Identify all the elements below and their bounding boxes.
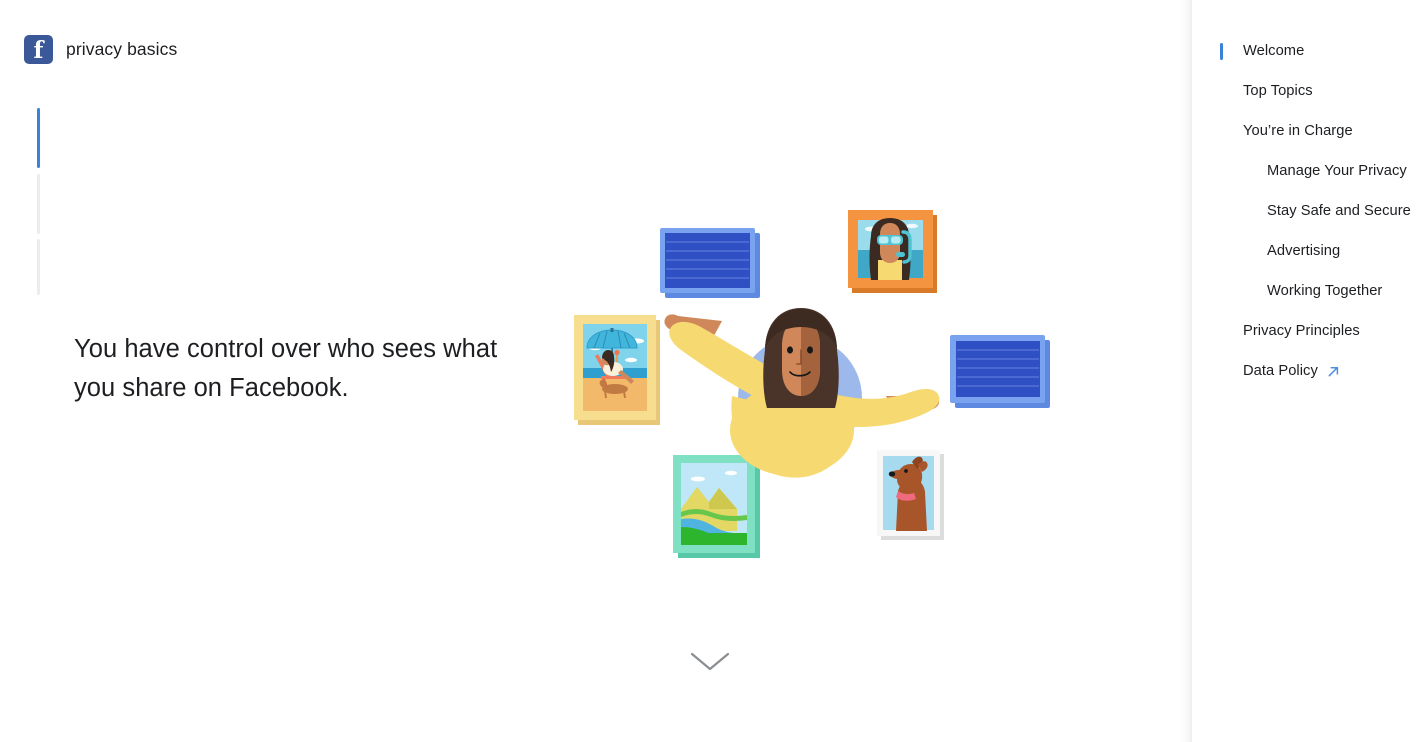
section-navigation-sidebar: Welcome Top Topics You’re in Charge Mana… <box>1192 0 1417 742</box>
sidebar-item-label: Privacy Principles <box>1243 323 1360 339</box>
progress-step-2[interactable] <box>37 174 40 234</box>
frame-snorkel-portrait <box>848 210 937 293</box>
sidebar-item-label: Manage Your Privacy <box>1267 163 1407 179</box>
sidebar-item-label: You’re in Charge <box>1243 123 1353 139</box>
sidebar-item-working-together[interactable]: Working Together <box>1192 271 1417 311</box>
sidebar-item-stay-safe-and-secure[interactable]: Stay Safe and Secure <box>1192 191 1417 231</box>
sidebar-item-data-policy[interactable]: Data Policy <box>1192 351 1417 391</box>
sidebar-item-manage-your-privacy[interactable]: Manage Your Privacy <box>1192 151 1417 191</box>
progress-step-1-active[interactable] <box>37 108 40 168</box>
frame-blue-top-left <box>660 228 760 298</box>
sidebar-item-label: Working Together <box>1267 283 1383 299</box>
sidebar-item-label: Data Policy <box>1243 363 1318 379</box>
facebook-logo-icon[interactable]: f <box>24 35 53 64</box>
step-progress-indicator <box>37 108 40 295</box>
sidebar-item-label: Advertising <box>1267 243 1341 259</box>
sidebar-item-label: Welcome <box>1243 43 1305 59</box>
frame-blue-right <box>950 335 1050 408</box>
main-content-pane: f privacy basics You have control over w… <box>0 0 1192 742</box>
facebook-f-glyph: f <box>33 37 44 64</box>
progress-step-3[interactable] <box>37 239 40 295</box>
sidebar-item-advertising[interactable]: Advertising <box>1192 231 1417 271</box>
sidebar-item-welcome[interactable]: Welcome <box>1192 31 1417 71</box>
sidebar-item-youre-in-charge[interactable]: You’re in Charge <box>1192 111 1417 151</box>
frame-dog-photo <box>877 450 944 540</box>
page-title: privacy basics <box>66 39 178 59</box>
privacy-basics-page: f privacy basics You have control over w… <box>0 0 1417 742</box>
headline-text: You have control over who sees what you … <box>74 335 498 402</box>
frame-landscape-photo <box>673 455 760 558</box>
external-link-icon <box>1327 365 1340 378</box>
brand-header[interactable]: f privacy basics <box>24 35 177 64</box>
sidebar-item-top-topics[interactable]: Top Topics <box>1192 71 1417 111</box>
person-with-photo-frames-illustration <box>560 198 1060 568</box>
active-indicator-bar <box>1220 43 1223 60</box>
chevron-down-icon[interactable] <box>686 648 734 674</box>
sidebar-item-label: Top Topics <box>1243 83 1313 99</box>
frame-beach-photo <box>574 315 660 425</box>
sidebar-item-privacy-principles[interactable]: Privacy Principles <box>1192 311 1417 351</box>
sidebar-item-label: Stay Safe and Secure <box>1267 203 1411 219</box>
